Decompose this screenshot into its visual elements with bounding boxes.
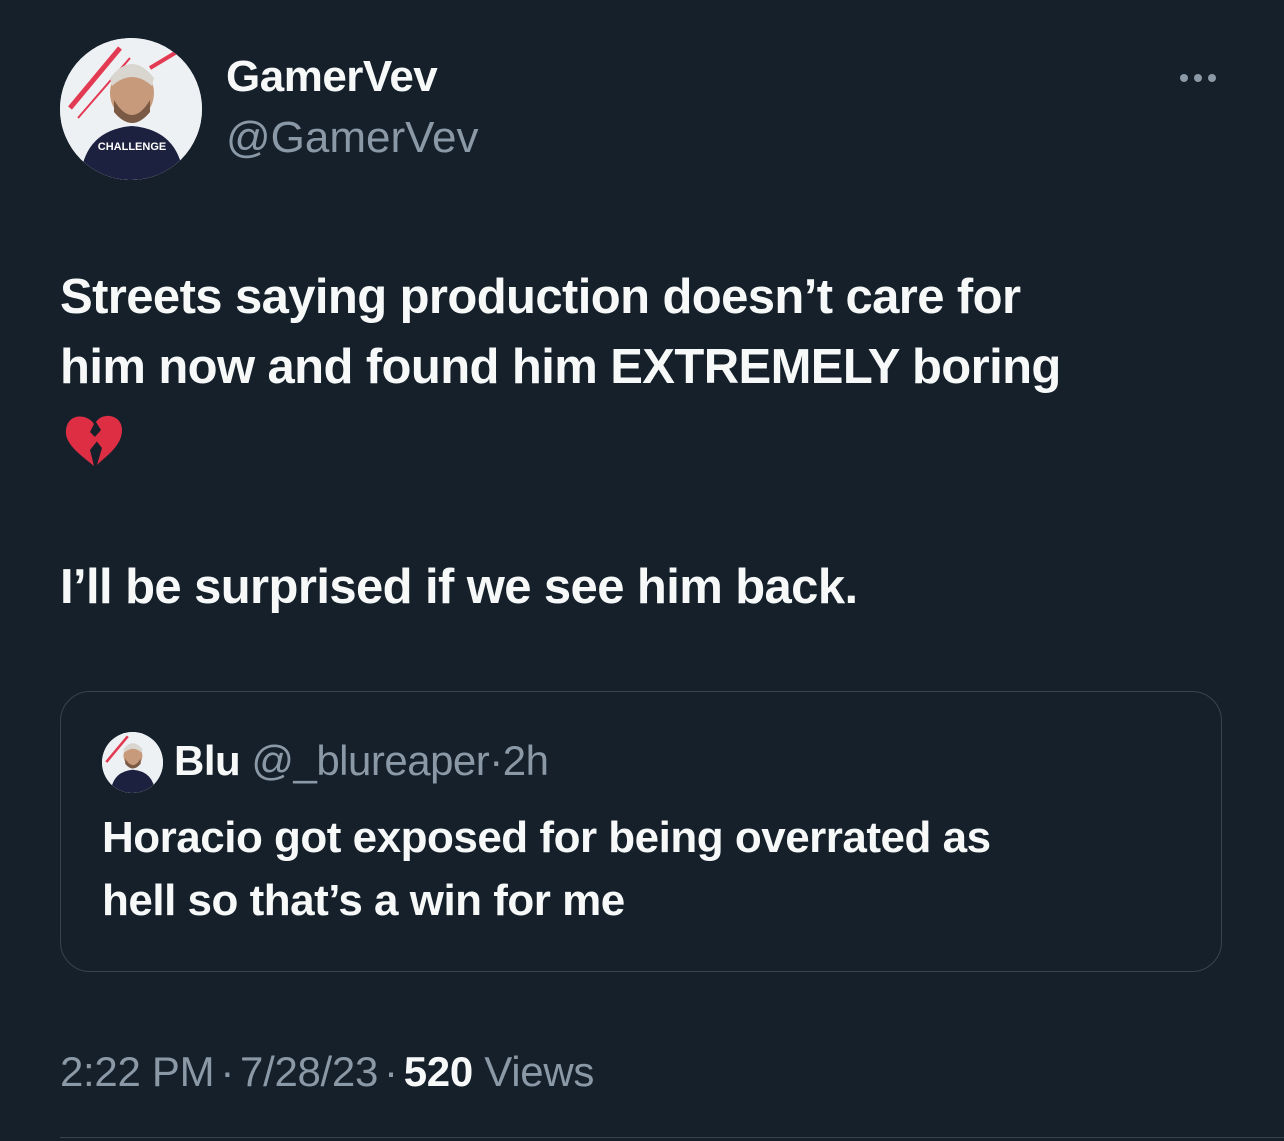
author-name[interactable]: GamerVev	[226, 52, 438, 102]
quote-author-name[interactable]: Blu	[174, 737, 241, 784]
tweet-emoji-line	[60, 402, 1230, 472]
divider	[60, 1137, 1284, 1138]
tweet-text-line: Streets saying production doesn’t care f…	[60, 270, 1021, 324]
author-handle[interactable]: @GamerVev	[226, 113, 479, 163]
tweet-text-line: I’ll be surprised if we see him back.	[60, 560, 858, 614]
avatar-badge: CHALLENGE	[98, 141, 166, 153]
quote-text: Horacio got exposed for being overrated …	[102, 806, 1182, 932]
quote-separator: ·	[489, 737, 503, 784]
quote-avatar[interactable]	[102, 732, 163, 793]
tweet-text-line: him now and found him EXTREMELY boring	[60, 340, 1061, 394]
quote-text-line: Horacio got exposed for being overrated …	[102, 813, 991, 862]
tweet-time[interactable]: 2:22 PM	[60, 1048, 215, 1095]
views-label[interactable]: Views	[484, 1048, 594, 1095]
meta-separator: ·	[220, 1048, 235, 1095]
quote-text-line: hell so that’s a win for me	[102, 876, 625, 925]
broken-heart-icon	[65, 415, 122, 466]
more-horizontal-icon-dot	[1194, 74, 1202, 82]
meta-separator: ·	[384, 1048, 398, 1095]
author-avatar[interactable]: CHALLENGE	[60, 38, 202, 180]
quoted-tweet-card[interactable]: Blu @_blureaper·2h Horacio got exposed f…	[60, 691, 1222, 972]
tweet-date[interactable]: 7/28/23	[240, 1048, 378, 1095]
more-horizontal-icon-dot	[1208, 74, 1216, 82]
tweet-text: Streets saying production doesn’t care f…	[60, 262, 1230, 622]
quote-author-handle[interactable]: @_blureaper	[251, 737, 489, 784]
quote-avatar-image	[102, 732, 163, 793]
more-horizontal-icon	[1180, 74, 1188, 82]
more-options-button[interactable]	[1170, 60, 1226, 96]
quote-header: Blu @_blureaper·2h	[174, 737, 549, 785]
quote-timestamp[interactable]: 2h	[503, 737, 549, 784]
tweet-meta: 2:22 PM · 7/28/23 · 520 Views	[60, 1048, 594, 1096]
tweet: CHALLENGE GamerVev @GamerVev Streets say…	[0, 0, 1284, 1141]
avatar-image: CHALLENGE	[60, 38, 202, 180]
views-count[interactable]: 520	[404, 1048, 473, 1095]
